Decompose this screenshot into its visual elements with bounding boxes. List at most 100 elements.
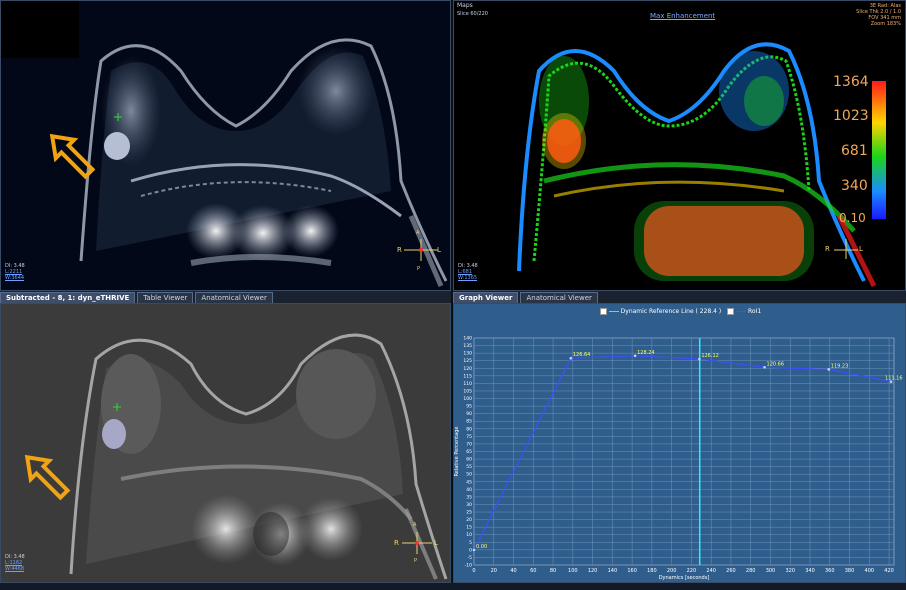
y-tick-label: 90 (466, 411, 472, 417)
data-point (763, 365, 766, 369)
y-tick-label: 50 (466, 472, 472, 478)
x-tick-label: 220 (687, 568, 697, 574)
x-tick-label: 100 (568, 568, 578, 574)
x-tick-label: 400 (865, 568, 875, 574)
orientation-right: R (397, 246, 402, 254)
orientation-right: R (825, 245, 830, 253)
orientation-anterior: A (413, 522, 417, 528)
viewport-bottom-left[interactable]: A R L P DI: 3.48 L:1162 W:4468 (0, 303, 451, 583)
y-tick-label: 70 (466, 441, 472, 447)
y-tick-label: 120 (463, 366, 472, 372)
tab-anatomical-viewer[interactable]: Anatomical Viewer (195, 292, 273, 303)
y-tick-label: 35 (466, 494, 472, 500)
scale-label: 340 (841, 178, 868, 194)
x-tick-label: 0 (472, 568, 475, 574)
data-point (569, 356, 573, 360)
y-tick-label: 25 (466, 510, 472, 516)
y-axis-label: Relative Percentage (454, 427, 460, 477)
x-tick-label: 300 (766, 568, 776, 574)
dicom-viewer-window: A R L P DI: 3.48 L:2211 W:3644 Maps Slic… (0, 0, 906, 590)
y-tick-label: 115 (463, 373, 472, 379)
y-tick-label: 20 (466, 517, 472, 523)
image-metadata: 3E Rad: Alas Slice Thk 2.0 / 1.0 FOV 341… (856, 3, 901, 27)
orientation-left: L (434, 539, 438, 547)
x-tick-label: 320 (785, 568, 795, 574)
window-width-link[interactable]: W:4468 (5, 566, 24, 572)
x-tick-label: 260 (726, 568, 736, 574)
x-tick-label: 20 (491, 568, 497, 574)
scale-label-min: 0.10 (839, 211, 866, 225)
y-tick-label: 125 (463, 358, 472, 364)
y-tick-label: 55 (466, 464, 472, 470)
tabbar-right: Graph Viewer Anatomical Viewer (453, 291, 906, 303)
overlay-mask (1, 1, 79, 58)
scale-label: 681 (841, 143, 868, 159)
tab-anatomical-viewer[interactable]: Anatomical Viewer (520, 292, 598, 303)
map-title-link[interactable]: Max Enhancement (650, 12, 715, 20)
viewport-top-left[interactable]: A R L P DI: 3.48 L:2211 W:3644 (0, 0, 451, 291)
y-tick-label: 5 (469, 540, 472, 546)
y-tick-label: 75 (466, 434, 472, 440)
data-point (472, 548, 476, 552)
y-tick-label: 140 (463, 336, 472, 342)
x-tick-label: 160 (627, 568, 637, 574)
x-tick-label: 60 (530, 568, 536, 574)
y-tick-label: 10 (466, 532, 472, 538)
y-tick-label: -10 (465, 563, 472, 569)
orientation-left: L (437, 246, 441, 254)
x-tick-label: 120 (588, 568, 598, 574)
orientation-posterior: P (414, 558, 418, 564)
x-tick-label: 180 (647, 568, 657, 574)
y-tick-label: -5 (468, 555, 473, 561)
tabbar-left: Subtracted - 8, 1: dyn_eTHRIVE Table Vie… (0, 291, 451, 303)
data-label: 0.00 (476, 544, 487, 550)
slice-label: Slice 60/220 (457, 11, 488, 17)
data-label: 126.64 (573, 352, 591, 358)
y-tick-label: 110 (463, 381, 472, 387)
orientation-right: R (394, 539, 399, 547)
data-point (633, 354, 637, 358)
maps-label: Maps (457, 2, 473, 9)
colorbar (872, 81, 886, 219)
x-tick-label: 140 (608, 568, 618, 574)
data-label: 126.12 (701, 353, 719, 359)
orientation-anterior: A (416, 230, 420, 236)
x-tick-label: 340 (805, 568, 815, 574)
data-point (827, 368, 831, 371)
status-bar (0, 583, 906, 590)
y-tick-label: 95 (466, 404, 472, 410)
data-point (698, 357, 701, 361)
max-enhancement-map (517, 42, 877, 288)
orientation-posterior: P (417, 266, 421, 272)
tab-subtracted[interactable]: Subtracted - 8, 1: dyn_eTHRIVE (0, 292, 136, 303)
x-tick-label: 360 (825, 568, 835, 574)
scale-label-max: 1364 (833, 74, 869, 90)
x-tick-label: 40 (510, 568, 516, 574)
arrow-pointer (24, 454, 71, 501)
y-tick-label: 60 (466, 457, 472, 463)
x-tick-label: 240 (706, 568, 716, 574)
meta-line: Zoom 183% (870, 21, 901, 27)
graph-viewer-panel[interactable]: Dynamic Reference Line ( 228.4 ) RoI1 02… (453, 303, 906, 583)
window-width-link[interactable]: W:3644 (5, 275, 24, 281)
viewport-top-right[interactable]: Maps Slice 60/220 Max Enhancement 3E Rad… (453, 0, 906, 291)
tab-graph-viewer[interactable]: Graph Viewer (453, 292, 519, 303)
data-label: 111.16 (885, 376, 903, 382)
y-tick-label: 45 (466, 479, 472, 485)
orientation-left: L (859, 245, 863, 253)
scale-label: 1023 (833, 108, 869, 124)
y-tick-label: 80 (466, 426, 472, 432)
data-label: 128.24 (637, 350, 655, 356)
x-tick-label: 380 (845, 568, 855, 574)
y-tick-label: 130 (463, 351, 472, 357)
tab-table-viewer[interactable]: Table Viewer (137, 292, 194, 303)
y-tick-label: 105 (463, 388, 472, 394)
x-tick-label: 420 (884, 568, 894, 574)
y-tick-label: 65 (466, 449, 472, 455)
y-tick-label: 135 (463, 343, 472, 349)
x-tick-label: 280 (746, 568, 756, 574)
y-tick-label: 15 (466, 525, 472, 531)
data-label: 120.66 (767, 361, 785, 367)
y-tick-label: 0 (469, 547, 472, 553)
window-width-link[interactable]: W:1365 (458, 275, 477, 281)
